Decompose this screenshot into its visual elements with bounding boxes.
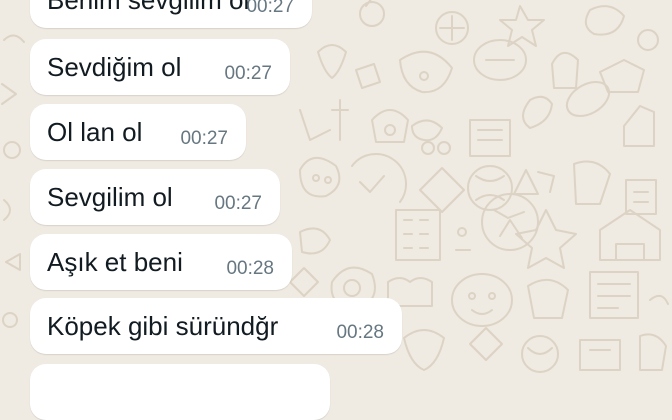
message-timestamp: 00:28 — [336, 322, 384, 343]
message-timestamp: 00:27 — [214, 193, 262, 214]
message-bubble[interactable]: Aşık et beni 00:28 — [30, 234, 292, 290]
message-bubble[interactable]: Sevgilim ol 00:27 — [30, 169, 280, 225]
message-text: Sevdiğim ol — [47, 52, 182, 82]
message-text: Aşık et beni — [47, 247, 183, 277]
message-text: Sevgilim ol — [47, 182, 173, 212]
message-bubble[interactable]: Sevdiğim ol 00:27 — [30, 39, 290, 95]
message-bubble[interactable]: Ol lan ol 00:27 — [30, 104, 246, 160]
message-timestamp: 00:27 — [180, 128, 228, 149]
message-timestamp: 00:27 — [246, 0, 294, 17]
chat-area[interactable]: Benim sevgilim ol 00:27 Sevdiğim ol 00:2… — [0, 0, 672, 420]
message-bubble[interactable]: Benim sevgilim ol 00:27 — [30, 0, 312, 28]
message-text: Benim sevgilim ol — [47, 0, 250, 15]
message-bubble[interactable]: Köpek gibi süründğr 00:28 — [30, 298, 402, 354]
message-text: Köpek gibi süründğr — [47, 311, 279, 341]
message-timestamp: 00:27 — [224, 63, 272, 84]
message-bubble[interactable] — [30, 364, 330, 420]
message-text: Ol lan ol — [47, 117, 143, 147]
message-timestamp: 00:28 — [226, 258, 274, 279]
